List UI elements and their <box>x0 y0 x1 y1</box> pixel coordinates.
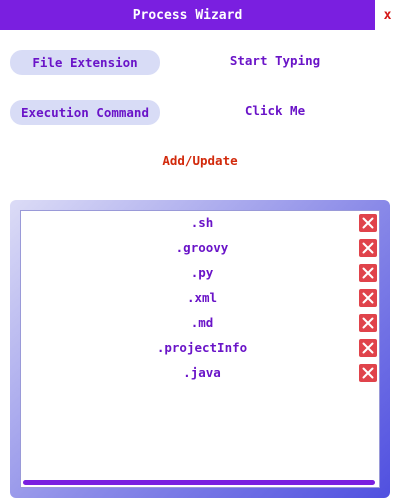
window-title: Process Wizard <box>0 0 375 30</box>
list-item: .groovy <box>21 236 379 261</box>
extension-list-panel: .sh .groovy .py .xml .md .projectInfo .j… <box>10 200 390 498</box>
close-window-button[interactable]: x <box>375 0 400 30</box>
list-item: .py <box>21 261 379 286</box>
extension-label: .groovy <box>175 239 229 255</box>
delete-button[interactable] <box>359 264 377 282</box>
execution-command-button[interactable]: Execution Command <box>10 100 160 125</box>
extension-label: .md <box>190 314 214 330</box>
close-icon <box>362 217 374 229</box>
extension-label: .xml <box>186 289 218 305</box>
extension-label: .sh <box>190 214 214 230</box>
delete-button[interactable] <box>359 364 377 382</box>
delete-button[interactable] <box>359 239 377 257</box>
close-icon <box>362 242 374 254</box>
list-item: .java <box>21 361 379 386</box>
close-icon <box>362 292 374 304</box>
close-icon <box>362 342 374 354</box>
delete-button[interactable] <box>359 214 377 232</box>
delete-button[interactable] <box>359 339 377 357</box>
close-icon <box>362 267 374 279</box>
list-item: .md <box>21 311 379 336</box>
delete-button[interactable] <box>359 314 377 332</box>
file-extension-button[interactable]: File Extension <box>10 50 160 75</box>
extension-list: .sh .groovy .py .xml .md .projectInfo .j… <box>20 210 380 488</box>
extension-label: .py <box>190 264 214 280</box>
file-extension-input[interactable]: Start Typing <box>170 48 380 73</box>
horizontal-scrollbar[interactable] <box>23 480 375 485</box>
execution-command-input[interactable]: Click Me <box>170 98 380 123</box>
extension-label: .java <box>183 364 221 380</box>
list-item: .projectInfo <box>21 336 379 361</box>
close-icon <box>362 317 374 329</box>
list-item: .xml <box>21 286 379 311</box>
add-update-button[interactable]: Add/Update <box>0 148 400 173</box>
delete-button[interactable] <box>359 289 377 307</box>
extension-label: .projectInfo <box>156 339 248 355</box>
list-item: .sh <box>21 211 379 236</box>
close-icon <box>362 367 374 379</box>
